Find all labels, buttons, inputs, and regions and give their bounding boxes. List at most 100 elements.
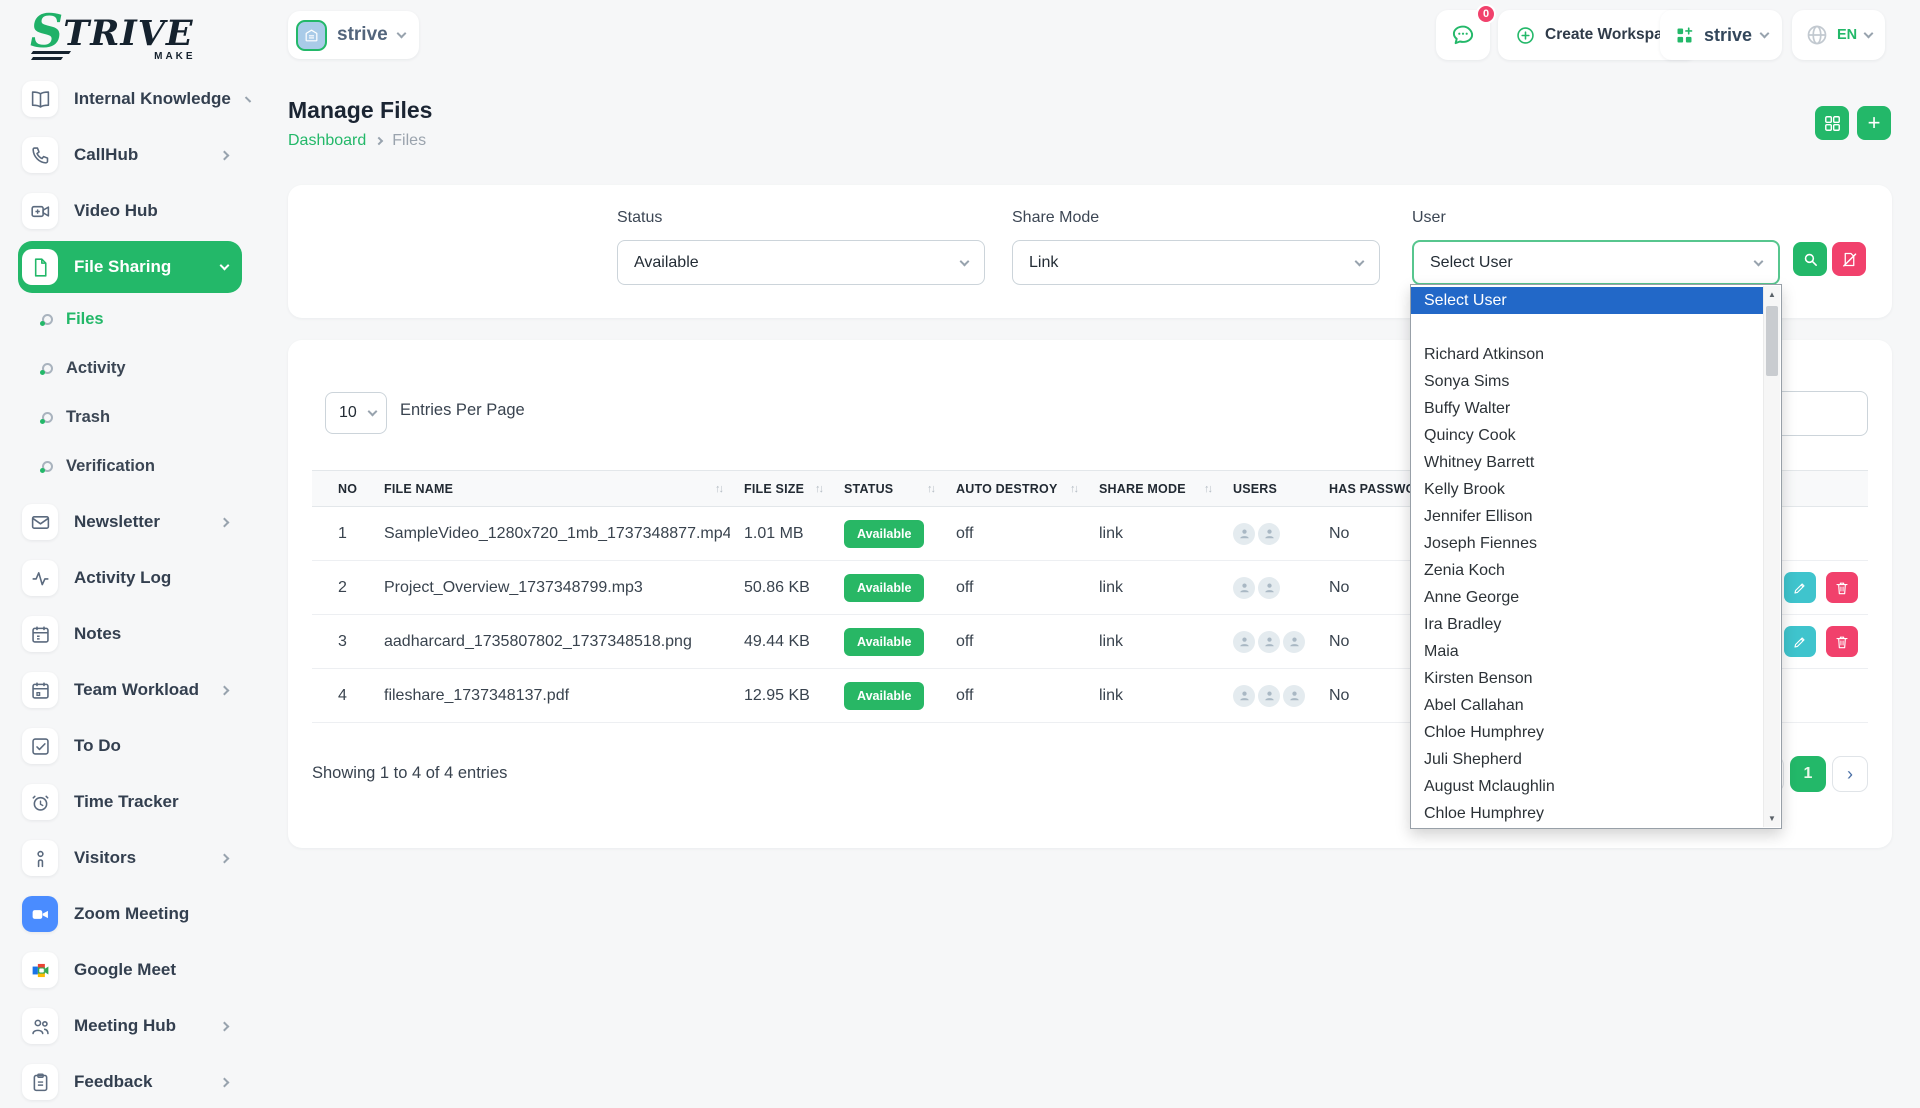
sidebar-item-zoom-meeting[interactable]: Zoom Meeting [18, 888, 242, 940]
page-title: Manage Files [288, 97, 432, 124]
entries-per-page-select[interactable]: 10 [325, 392, 387, 434]
user-option[interactable]: Quincy Cook [1411, 422, 1763, 449]
language-selector[interactable]: EN [1792, 10, 1885, 60]
sidebar-item-visitors[interactable]: Visitors [18, 832, 242, 884]
grid-view-button[interactable] [1815, 106, 1849, 140]
column-header-auto-destroy[interactable]: AUTO DESTROY↑↓ [942, 482, 1085, 496]
user-option[interactable]: Richard Atkinson [1411, 341, 1763, 368]
column-header-file-name[interactable]: FILE NAME↑↓ [370, 482, 730, 496]
tenant-name: strive [1704, 25, 1752, 46]
sort-icon[interactable]: ↑↓ [715, 483, 722, 495]
delete-file-button[interactable] [1826, 626, 1858, 657]
status-select[interactable]: Available [617, 240, 985, 285]
chat-count-badge: 0 [1476, 4, 1496, 24]
sidebar-item-feedback[interactable]: Feedback [18, 1056, 242, 1108]
share-mode-select[interactable]: Link [1012, 240, 1380, 285]
sidebar-subitem-trash[interactable]: Trash [42, 395, 256, 439]
add-file-button[interactable]: + [1857, 106, 1891, 140]
avatar [1258, 577, 1280, 599]
tenant-switcher[interactable]: strive [1660, 10, 1782, 60]
sidebar-item-internal-knowledge[interactable]: Internal Knowledge [18, 73, 242, 125]
user-option[interactable]: Whitney Barrett [1411, 449, 1763, 476]
sidebar-item-newsletter[interactable]: Newsletter [18, 496, 242, 548]
user-option[interactable]: Zenia Koch [1411, 557, 1763, 584]
delete-file-button[interactable] [1826, 572, 1858, 603]
column-header-share-mode[interactable]: SHARE MODE↑↓ [1085, 482, 1219, 496]
sidebar-subitem-label: Verification [66, 457, 155, 476]
apply-filters-button[interactable] [1793, 242, 1827, 276]
pagination-next-button[interactable]: › [1832, 756, 1868, 792]
cell-no: 4 [312, 687, 370, 705]
zoom-camera-icon [22, 896, 58, 932]
scrollbar-thumb[interactable] [1766, 306, 1778, 376]
sidebar-item-label: Activity Log [74, 568, 228, 588]
logo-decoration [31, 51, 71, 54]
user-option[interactable]: Chloe Humphrey [1411, 719, 1763, 746]
user-option[interactable] [1411, 314, 1763, 341]
scroll-up-arrow-icon[interactable]: ▲ [1764, 286, 1780, 303]
sidebar-item-label: Team Workload [74, 680, 205, 700]
user-option-list: Select User Richard Atkinson Sonya Sims … [1411, 287, 1781, 827]
sidebar-subitem-files[interactable]: Files [42, 297, 256, 341]
sidebar-item-to-do[interactable]: To Do [18, 720, 242, 772]
sidebar-item-team-workload[interactable]: Team Workload [18, 664, 242, 716]
user-option[interactable]: Ira Bradley [1411, 611, 1763, 638]
scroll-down-arrow-icon[interactable]: ▼ [1764, 810, 1780, 827]
sort-icon[interactable]: ↑↓ [927, 483, 934, 495]
sidebar-subitem-verification[interactable]: Verification [42, 444, 256, 488]
calendar-icon [22, 616, 58, 652]
user-option[interactable]: Jennifer Ellison [1411, 503, 1763, 530]
user-select[interactable]: Select User [1412, 240, 1780, 285]
column-header-status[interactable]: STATUS↑↓ [830, 482, 942, 496]
sidebar-item-google-meet[interactable]: Google Meet [18, 944, 242, 996]
sidebar-item-video-hub[interactable]: Video Hub [18, 185, 242, 237]
sidebar-subitem-activity[interactable]: Activity [42, 346, 256, 390]
clear-filters-button[interactable] [1832, 242, 1866, 276]
cell-status: Available [830, 682, 942, 710]
user-option[interactable]: Sonya Sims [1411, 368, 1763, 395]
edit-file-button[interactable] [1784, 626, 1816, 657]
pencil-icon [1792, 580, 1808, 596]
sidebar-item-callhub[interactable]: CallHub [18, 129, 242, 181]
cell-file-size: 12.95 KB [730, 687, 830, 705]
sidebar-item-time-tracker[interactable]: Time Tracker [18, 776, 242, 828]
breadcrumb-current: Files [392, 132, 426, 150]
user-option[interactable]: Abel Callahan [1411, 692, 1763, 719]
user-option[interactable]: Chloe Humphrey [1411, 800, 1763, 827]
edit-file-button[interactable] [1784, 572, 1816, 603]
cell-users [1219, 685, 1315, 707]
avatar [1258, 631, 1280, 653]
clipboard-icon [22, 1064, 58, 1100]
pulse-icon [22, 560, 58, 596]
cell-share-mode: link [1085, 687, 1219, 705]
chat-button[interactable]: 0 [1436, 10, 1490, 60]
user-option[interactable]: Kelly Brook [1411, 476, 1763, 503]
user-option-selected[interactable]: Select User [1411, 287, 1763, 314]
sort-icon[interactable]: ↑↓ [815, 483, 822, 495]
user-filter-label: User [1412, 209, 1446, 227]
status-filter-label: Status [617, 209, 662, 227]
user-option[interactable]: Anne George [1411, 584, 1763, 611]
cell-share-mode: link [1085, 525, 1219, 543]
sidebar-item-activity-log[interactable]: Activity Log [18, 552, 242, 604]
cell-status: Available [830, 574, 942, 602]
user-option[interactable]: Maia [1411, 638, 1763, 665]
sidebar-item-file-sharing[interactable]: File Sharing [18, 241, 242, 293]
user-option[interactable]: August Mclaughlin [1411, 773, 1763, 800]
sort-icon[interactable]: ↑↓ [1070, 483, 1077, 495]
sort-icon[interactable]: ↑↓ [1204, 483, 1211, 495]
google-meet-icon [22, 952, 58, 988]
column-header-file-size[interactable]: FILE SIZE↑↓ [730, 482, 830, 496]
pagination-page-1-button[interactable]: 1 [1790, 756, 1826, 792]
cell-file-size: 1.01 MB [730, 525, 830, 543]
user-option[interactable]: Buffy Walter [1411, 395, 1763, 422]
user-option[interactable]: Joseph Fiennes [1411, 530, 1763, 557]
workspace-selector[interactable]: strive [288, 11, 419, 59]
user-option[interactable]: Kirsten Benson [1411, 665, 1763, 692]
column-header-no: NO [312, 482, 370, 496]
sidebar-item-notes[interactable]: Notes [18, 608, 242, 660]
breadcrumb-dashboard-link[interactable]: Dashboard [288, 132, 366, 150]
dropdown-scrollbar[interactable]: ▲ ▼ [1763, 286, 1780, 827]
user-option[interactable]: Juli Shepherd [1411, 746, 1763, 773]
sidebar-item-meeting-hub[interactable]: Meeting Hub [18, 1000, 242, 1052]
